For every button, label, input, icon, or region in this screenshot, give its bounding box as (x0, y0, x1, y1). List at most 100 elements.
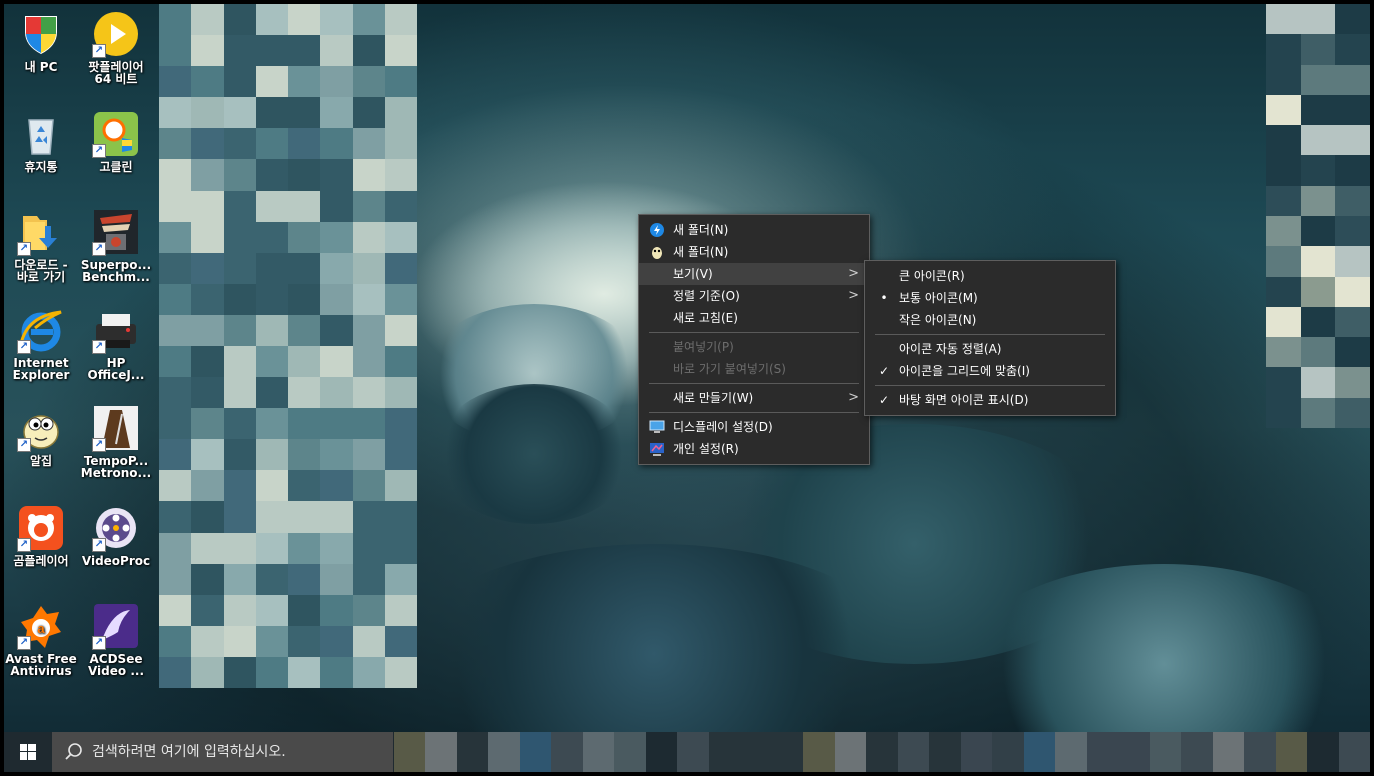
desktop-icon-downloads[interactable]: ↗ 다운로드 - 바로 가기 (4, 208, 80, 283)
menu-item-new-folder[interactable]: 새 폴더(N) (639, 219, 869, 241)
desktop-icon-recycle-bin[interactable]: 휴지통 (4, 110, 80, 173)
pixel-block (288, 439, 321, 471)
pixel-block (320, 470, 353, 502)
menu-item-new-folder-alt[interactable]: 새 폴더(N) (639, 241, 869, 263)
pixel-block (288, 190, 321, 222)
menu-item-label: 디스플레이 설정(D) (673, 420, 773, 434)
start-button[interactable] (4, 732, 52, 772)
view-submenu: 큰 아이콘(R) • 보통 아이콘(M) 작은 아이콘(N) 아이콘 자동 정렬… (864, 260, 1116, 416)
taskbar-search-box[interactable]: 검색하려면 여기에 입력하십시오. (52, 732, 393, 772)
menu-item-personalize[interactable]: 개인 설정(R) (639, 438, 869, 460)
menu-item-refresh[interactable]: 새로 고침(E) (639, 307, 869, 329)
pixel-block (1335, 337, 1370, 368)
pixel-block (255, 159, 288, 191)
pixel-block (551, 732, 583, 772)
pixel-block (223, 563, 256, 595)
pixel-block (255, 377, 288, 409)
desktop-icon-tempo-metronome[interactable]: ↗ TempoP... Metrono... (77, 404, 155, 479)
submenu-item-small-icons[interactable]: 작은 아이콘(N) (865, 309, 1115, 331)
shortcut-arrow-icon: ↗ (92, 438, 106, 452)
desktop-icon-label: 팟플레이어 64 비트 (88, 60, 144, 86)
pixel-block (352, 377, 385, 409)
pixel-block (191, 563, 224, 595)
recycle-bin-icon (17, 110, 65, 158)
search-icon (62, 732, 84, 772)
desktop-icon-superposition[interactable]: ↗ Superpo... Benchm... (77, 208, 155, 283)
shortcut-arrow-icon: ↗ (92, 44, 106, 58)
pixel-block (384, 656, 417, 688)
submenu-item-align-to-grid[interactable]: ✓ 아이콘을 그리드에 맞춤(I) (865, 360, 1115, 382)
desktop[interactable]: 내 PC ↗ 팟플레이어 64 비트 휴지통 ↗ 고클린 ↗ 다운로드 - 바로… (4, 4, 1370, 772)
submenu-item-large-icons[interactable]: 큰 아이콘(R) (865, 265, 1115, 287)
desktop-icon-acdsee[interactable]: ↗ ACDSee Video ... (77, 602, 155, 677)
menu-separator (649, 383, 859, 384)
pixel-block (223, 532, 256, 564)
pixel-block (320, 594, 353, 626)
desktop-icon-alzip[interactable]: ↗ 알집 (4, 404, 80, 467)
pixel-block (159, 4, 192, 36)
pixel-block (255, 439, 288, 471)
submenu-item-medium-icons[interactable]: • 보통 아이콘(M) (865, 287, 1115, 309)
pixel-block (1335, 155, 1370, 186)
pixel-block (352, 283, 385, 315)
menu-item-sort-by[interactable]: 정렬 기준(O) > (639, 285, 869, 307)
pixel-block (255, 594, 288, 626)
pixel-block (159, 128, 192, 160)
menu-item-new[interactable]: 새로 만들기(W) > (639, 387, 869, 409)
menu-item-label: 아이콘을 그리드에 맞춤(I) (899, 364, 1030, 378)
desktop-icon-label: Internet Explorer (12, 356, 70, 382)
menu-item-display-settings[interactable]: 디스플레이 설정(D) (639, 416, 869, 438)
pixel-block (288, 532, 321, 564)
pixel-block (159, 283, 192, 315)
pixel-block (1266, 337, 1301, 368)
pixel-block (320, 501, 353, 533)
menu-item-view[interactable]: 보기(V) > (639, 263, 869, 285)
superposition-icon: ↗ (92, 208, 140, 256)
pixel-block (288, 159, 321, 191)
pixel-block (255, 563, 288, 595)
pixel-block (255, 66, 288, 98)
wallpaper-cloud (434, 384, 634, 524)
pixel-block (1335, 367, 1370, 398)
pixel-block (992, 732, 1024, 772)
pixel-block (223, 377, 256, 409)
desktop-icon-hp-officejet[interactable]: ↗ HP OfficeJ... (77, 306, 155, 381)
pixel-block (1266, 94, 1301, 126)
desktop-icon-label: Avast Free Antivirus (5, 652, 77, 678)
pixel-block (288, 35, 321, 67)
alzip-icon: ↗ (17, 404, 65, 452)
pixel-block (159, 66, 192, 98)
pixel-block (223, 35, 256, 67)
pixel-block (1338, 732, 1370, 772)
desktop-icon-gomplayer[interactable]: ↗ 곰플레이어 (4, 504, 80, 567)
pixel-block (1266, 125, 1301, 156)
pixel-block (1335, 64, 1370, 95)
pixel-block (320, 532, 353, 564)
pixel-block (456, 732, 489, 772)
menu-separator (875, 385, 1105, 386)
pixel-block (320, 190, 353, 222)
menu-separator (649, 412, 859, 413)
downloads-folder-icon: ↗ (17, 208, 65, 256)
desktop-icon-avast[interactable]: a ↗ Avast Free Antivirus (4, 602, 80, 677)
desktop-icon-goclean[interactable]: ↗ 고클린 (77, 110, 155, 173)
wallpaper-cloud (404, 544, 904, 764)
pixel-block (384, 252, 417, 284)
pixel-block (1181, 732, 1213, 772)
desktop-icon-this-pc[interactable]: 내 PC (4, 10, 80, 73)
pixel-block (288, 66, 321, 98)
pixel-block (255, 501, 288, 533)
pixel-block (159, 563, 192, 595)
desktop-icon-videoproc[interactable]: ↗ VideoProc (77, 504, 155, 567)
desktop-icon-internet-explorer[interactable]: ↗ Internet Explorer (4, 306, 80, 381)
pixel-block (834, 732, 867, 772)
pixel-block (708, 732, 741, 772)
pixel-block (223, 252, 256, 284)
desktop-icon-potplayer[interactable]: ↗ 팟플레이어 64 비트 (77, 10, 155, 85)
submenu-item-show-desktop-icons[interactable]: ✓ 바탕 화면 아이콘 표시(D) (865, 389, 1115, 411)
pixel-block (288, 252, 321, 284)
pixel-block (223, 283, 256, 315)
menu-item-label: 바로 가기 붙여넣기(S) (673, 362, 786, 376)
submenu-item-auto-arrange[interactable]: 아이콘 자동 정렬(A) (865, 338, 1115, 360)
shortcut-arrow-icon: ↗ (92, 340, 106, 354)
